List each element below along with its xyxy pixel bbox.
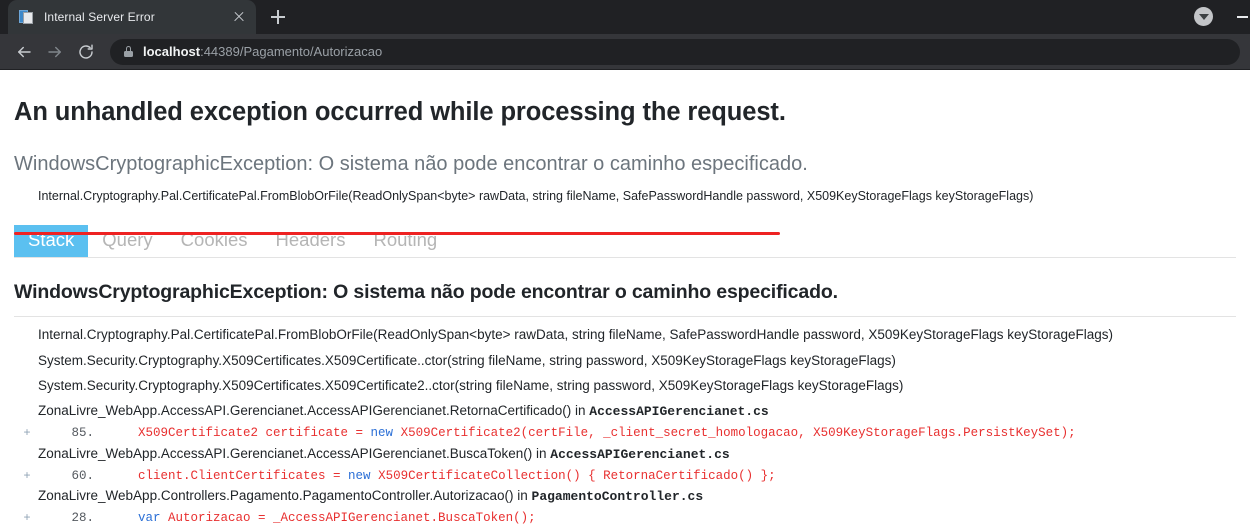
stack-frame: ZonaLivre_WebApp.Controllers.Pagamento.P… bbox=[14, 484, 1236, 510]
stack-code-row[interactable]: +85. X509Certificate2 certificate = new X… bbox=[14, 424, 1236, 441]
code-line-text: client.ClientCertificates = new X509Cert… bbox=[94, 469, 776, 483]
stack-frame-text: System.Security.Cryptography.X509Certifi… bbox=[38, 377, 904, 393]
stack-frame: System.Security.Cryptography.X509Certifi… bbox=[14, 348, 1236, 373]
browser-window: Internal Server Error localhost:44389/Pa… bbox=[0, 0, 1250, 529]
stack-code-row[interactable]: +60. client.ClientCertificates = new X509… bbox=[14, 467, 1236, 484]
code-keyword: new bbox=[370, 426, 394, 441]
red-annotation-underline bbox=[14, 232, 780, 235]
code-keyword: var bbox=[138, 511, 161, 526]
stack-frames: Internal.Cryptography.Pal.CertificatePal… bbox=[14, 317, 1236, 528]
address-bar-path: :44389/Pagamento/Autorizacao bbox=[200, 44, 383, 59]
back-icon[interactable] bbox=[10, 38, 38, 66]
error-tabs: Stack Query Cookies Headers Routing bbox=[14, 224, 1236, 258]
reload-icon[interactable] bbox=[72, 38, 100, 66]
expand-icon[interactable]: + bbox=[14, 468, 40, 482]
browser-tab-title: Internal Server Error bbox=[44, 10, 155, 24]
stack-frame-file: AccessAPIGerencianet.cs bbox=[589, 404, 769, 420]
close-icon[interactable] bbox=[230, 8, 248, 26]
code-line-text: X509Certificate2 certificate = new X509C… bbox=[94, 426, 1076, 440]
stack-frame: Microsoft.Extensions.Internal.ObjectMeth… bbox=[14, 526, 1236, 528]
stack-frame-file: AccessAPIGerencianet.cs bbox=[550, 446, 730, 462]
page-title: An unhandled exception occurred while pr… bbox=[14, 98, 786, 126]
download-icon[interactable] bbox=[1194, 7, 1213, 26]
exception-detail: Internal.Cryptography.Pal.CertificatePal… bbox=[38, 188, 1034, 203]
exception-subtitle: WindowsCryptographicException: O sistema… bbox=[14, 152, 808, 175]
stack-frame: ZonaLivre_WebApp.AccessAPI.Gerencianet.A… bbox=[14, 399, 1236, 425]
tab-cookies[interactable]: Cookies bbox=[167, 225, 262, 257]
code-segment-post: X509Certificate2(certFile, _client_secre… bbox=[393, 426, 1076, 441]
tab-headers[interactable]: Headers bbox=[262, 225, 360, 257]
browser-toolbar: localhost:44389/Pagamento/Autorizacao bbox=[0, 34, 1250, 70]
expand-icon[interactable]: + bbox=[14, 425, 40, 439]
tab-strip: Internal Server Error bbox=[0, 0, 1250, 34]
stack-code-row[interactable]: +28. var Autorizacao = _AccessAPIGerencia… bbox=[14, 509, 1236, 526]
address-bar-host: localhost bbox=[143, 44, 201, 59]
stack-frame: System.Security.Cryptography.X509Certifi… bbox=[14, 373, 1236, 398]
code-segment-pre: client.ClientCertificates = bbox=[138, 468, 349, 483]
stack-frame-file: PagamentoController.cs bbox=[531, 489, 704, 505]
address-bar-url: localhost:44389/Pagamento/Autorizacao bbox=[143, 44, 382, 59]
code-line-number: 28. bbox=[71, 511, 94, 526]
tab-routing[interactable]: Routing bbox=[359, 225, 451, 257]
stack-frame: ZonaLivre_WebApp.AccessAPI.Gerencianet.A… bbox=[14, 441, 1236, 467]
tab-stack[interactable]: Stack bbox=[14, 224, 89, 257]
page-body: An unhandled exception occurred while pr… bbox=[0, 70, 1250, 528]
minimize-icon[interactable] bbox=[1237, 16, 1248, 18]
code-segment-pre: X509Certificate2 certificate = bbox=[138, 426, 371, 441]
browser-tab[interactable]: Internal Server Error bbox=[8, 0, 256, 34]
address-bar[interactable]: localhost:44389/Pagamento/Autorizacao bbox=[110, 38, 1240, 65]
code-line-number: 60. bbox=[71, 468, 94, 483]
page-icon bbox=[19, 9, 35, 25]
lock-icon bbox=[124, 46, 133, 57]
code-segment-post: X509CertificateCollection() { RetornaCer… bbox=[370, 468, 776, 483]
code-line-text: var Autorizacao = _AccessAPIGerencianet.… bbox=[94, 511, 536, 525]
code-line-number: 85. bbox=[71, 426, 94, 441]
expand-icon[interactable]: + bbox=[14, 510, 40, 524]
stack-heading: WindowsCryptographicException: O sistema… bbox=[14, 258, 1236, 317]
stack-frame-text: System.Security.Cryptography.X509Certifi… bbox=[38, 352, 896, 368]
code-segment-post: Autorizacao = _AccessAPIGerencianet.Busc… bbox=[160, 511, 536, 526]
code-keyword: new bbox=[348, 468, 371, 483]
stack-frame-text: ZonaLivre_WebApp.AccessAPI.Gerencianet.A… bbox=[38, 403, 590, 419]
tab-query[interactable]: Query bbox=[88, 225, 166, 257]
stack-frame-text: Internal.Cryptography.Pal.CertificatePal… bbox=[38, 327, 1114, 343]
stack-frame: Internal.Cryptography.Pal.CertificatePal… bbox=[14, 323, 1236, 348]
forward-icon[interactable] bbox=[41, 38, 69, 66]
new-tab-button[interactable] bbox=[264, 3, 292, 31]
stack-frame-text: ZonaLivre_WebApp.AccessAPI.Gerencianet.A… bbox=[38, 445, 551, 461]
stack-frame-text: ZonaLivre_WebApp.Controllers.Pagamento.P… bbox=[38, 488, 532, 504]
